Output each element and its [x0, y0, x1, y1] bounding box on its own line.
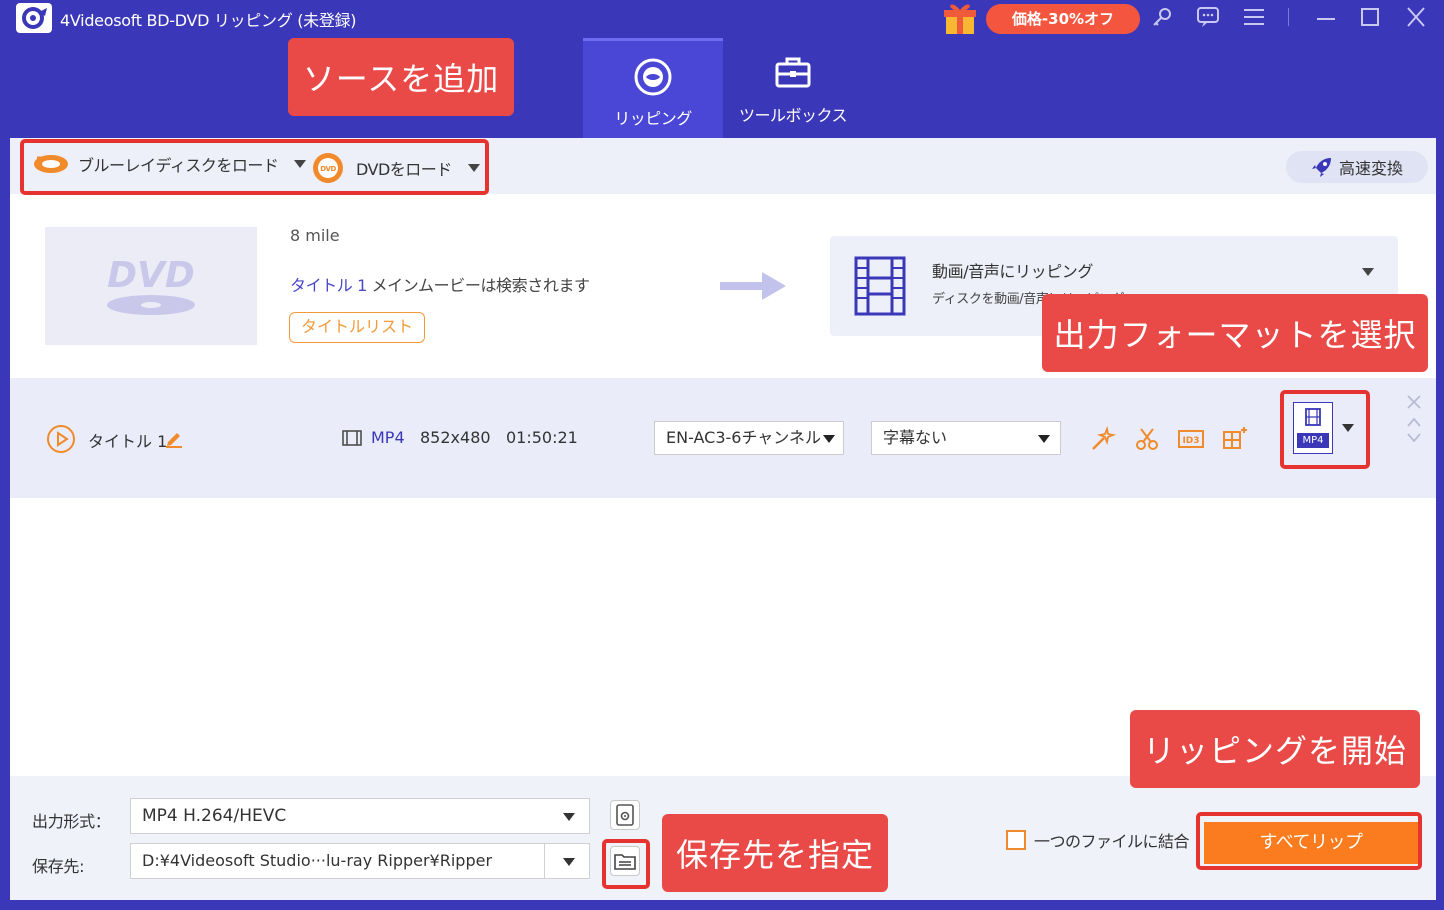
- chat-icon[interactable]: [1194, 4, 1222, 30]
- save-to-label: 保存先:: [32, 857, 85, 876]
- highlight-load-source: [20, 139, 489, 195]
- remove-icon[interactable]: [1406, 394, 1422, 410]
- title-row-format: MP4: [371, 428, 405, 447]
- title-row: タイトル 1 MP4 852x480 01:50:21 EN-AC3-6チャンネ…: [10, 378, 1436, 498]
- gift-icon: [944, 4, 976, 34]
- chevron-down-icon: [563, 813, 575, 821]
- promo-badge[interactable]: 価格-30%オフ: [986, 4, 1140, 34]
- tab-ripping-label: リッピング: [614, 109, 692, 128]
- maximize-icon[interactable]: [1356, 4, 1384, 30]
- magic-wand-icon[interactable]: [1090, 426, 1116, 452]
- title-bar: 4Videosoft BD-DVD リッピング (未登録) 価格-30%オフ: [0, 0, 1444, 36]
- settings-icon: [616, 804, 634, 826]
- title-row-duration: 01:50:21: [506, 428, 578, 447]
- merge-label: 一つのファイルに結合: [1034, 832, 1190, 851]
- output-format-select[interactable]: MP4 H.264/HEVC: [130, 798, 590, 834]
- output-format-label: 出力形式：: [32, 812, 111, 831]
- move-up-icon[interactable]: [1406, 416, 1422, 428]
- chevron-down-icon: [563, 858, 575, 866]
- titlebar-divider: [1288, 8, 1289, 26]
- tab-toolbox[interactable]: ツールボックス: [723, 38, 863, 138]
- subtitle-value: 字幕ない: [883, 428, 948, 447]
- save-path-select[interactable]: D:¥4Videosoft Studio···lu-ray Ripper¥Rip…: [130, 843, 590, 879]
- app-logo-icon: [16, 3, 52, 33]
- move-down-icon[interactable]: [1406, 432, 1422, 444]
- output-mode-title: 動画/音声にリッピング: [932, 262, 1093, 281]
- title-row-name: タイトル 1: [88, 432, 168, 451]
- callout-start-rip: リッピングを開始: [1130, 710, 1420, 788]
- toolbox-icon: [775, 57, 811, 88]
- disc-name: 8 mile: [290, 226, 340, 245]
- highlight-rip-all: [1196, 812, 1422, 870]
- callout-add-source: ソースを追加: [288, 38, 514, 116]
- chevron-down-icon: [1038, 435, 1050, 443]
- title-list-button[interactable]: タイトルリスト: [289, 312, 425, 343]
- save-path-value: D:¥4Videosoft Studio···lu-ray Ripper¥Rip…: [142, 851, 493, 870]
- audio-track-select[interactable]: EN-AC3-6チャンネル: [654, 421, 844, 455]
- scissors-icon[interactable]: [1134, 426, 1160, 452]
- merge-checkbox[interactable]: [1006, 830, 1026, 850]
- svg-text:ID3: ID3: [1182, 436, 1199, 446]
- save-path-divider: [544, 844, 545, 878]
- film-small-icon: [342, 430, 362, 446]
- subtitle-select[interactable]: 字幕ない: [871, 421, 1061, 455]
- key-icon[interactable]: [1148, 4, 1176, 30]
- dvd-thumbnail: DVD: [45, 227, 257, 345]
- minimize-icon[interactable]: [1312, 4, 1340, 30]
- svg-text:DVD: DVD: [107, 255, 195, 296]
- id3-tag-icon[interactable]: ID3: [1178, 426, 1204, 452]
- speed-convert-button[interactable]: 高速変換: [1286, 151, 1428, 183]
- add-subtitle-icon[interactable]: [1222, 426, 1248, 452]
- main-title-info: タイトル 1 メインムービーは検索されます: [290, 272, 590, 296]
- edit-icon[interactable]: [164, 428, 184, 448]
- output-format-value: MP4 H.264/HEVC: [142, 806, 287, 826]
- chevron-down-icon: [823, 435, 835, 443]
- highlight-output-format: [1280, 390, 1370, 469]
- callout-save-destination: 保存先を指定: [662, 814, 888, 892]
- menu-icon[interactable]: [1240, 4, 1268, 30]
- disc-icon: [634, 58, 672, 96]
- title-description: メインムービーは検索されます: [371, 276, 590, 295]
- film-icon: [854, 256, 906, 316]
- chevron-down-icon[interactable]: [1362, 268, 1374, 276]
- tab-ripping[interactable]: リッピング: [583, 38, 723, 138]
- audio-track-value: EN-AC3-6チャンネル: [666, 428, 821, 447]
- speed-convert-label: 高速変換: [1338, 159, 1403, 178]
- tab-toolbox-label: ツールボックス: [738, 106, 848, 125]
- callout-output-format: 出力フォーマットを選択: [1042, 294, 1428, 372]
- close-icon[interactable]: [1402, 4, 1430, 30]
- arrow-right-icon: [720, 272, 786, 300]
- play-icon[interactable]: [46, 424, 76, 454]
- window-border: [0, 900, 1444, 910]
- rocket-icon: [1311, 158, 1331, 177]
- dvd-logo-icon: DVD: [107, 255, 195, 315]
- app-title: 4Videosoft BD-DVD リッピング (未登録): [60, 11, 357, 30]
- format-settings-button[interactable]: [610, 800, 640, 830]
- title-link[interactable]: タイトル 1: [290, 276, 367, 295]
- highlight-save-folder: [602, 839, 650, 889]
- merge-option[interactable]: 一つのファイルに結合: [1006, 828, 1190, 852]
- title-row-resolution: 852x480: [420, 428, 491, 447]
